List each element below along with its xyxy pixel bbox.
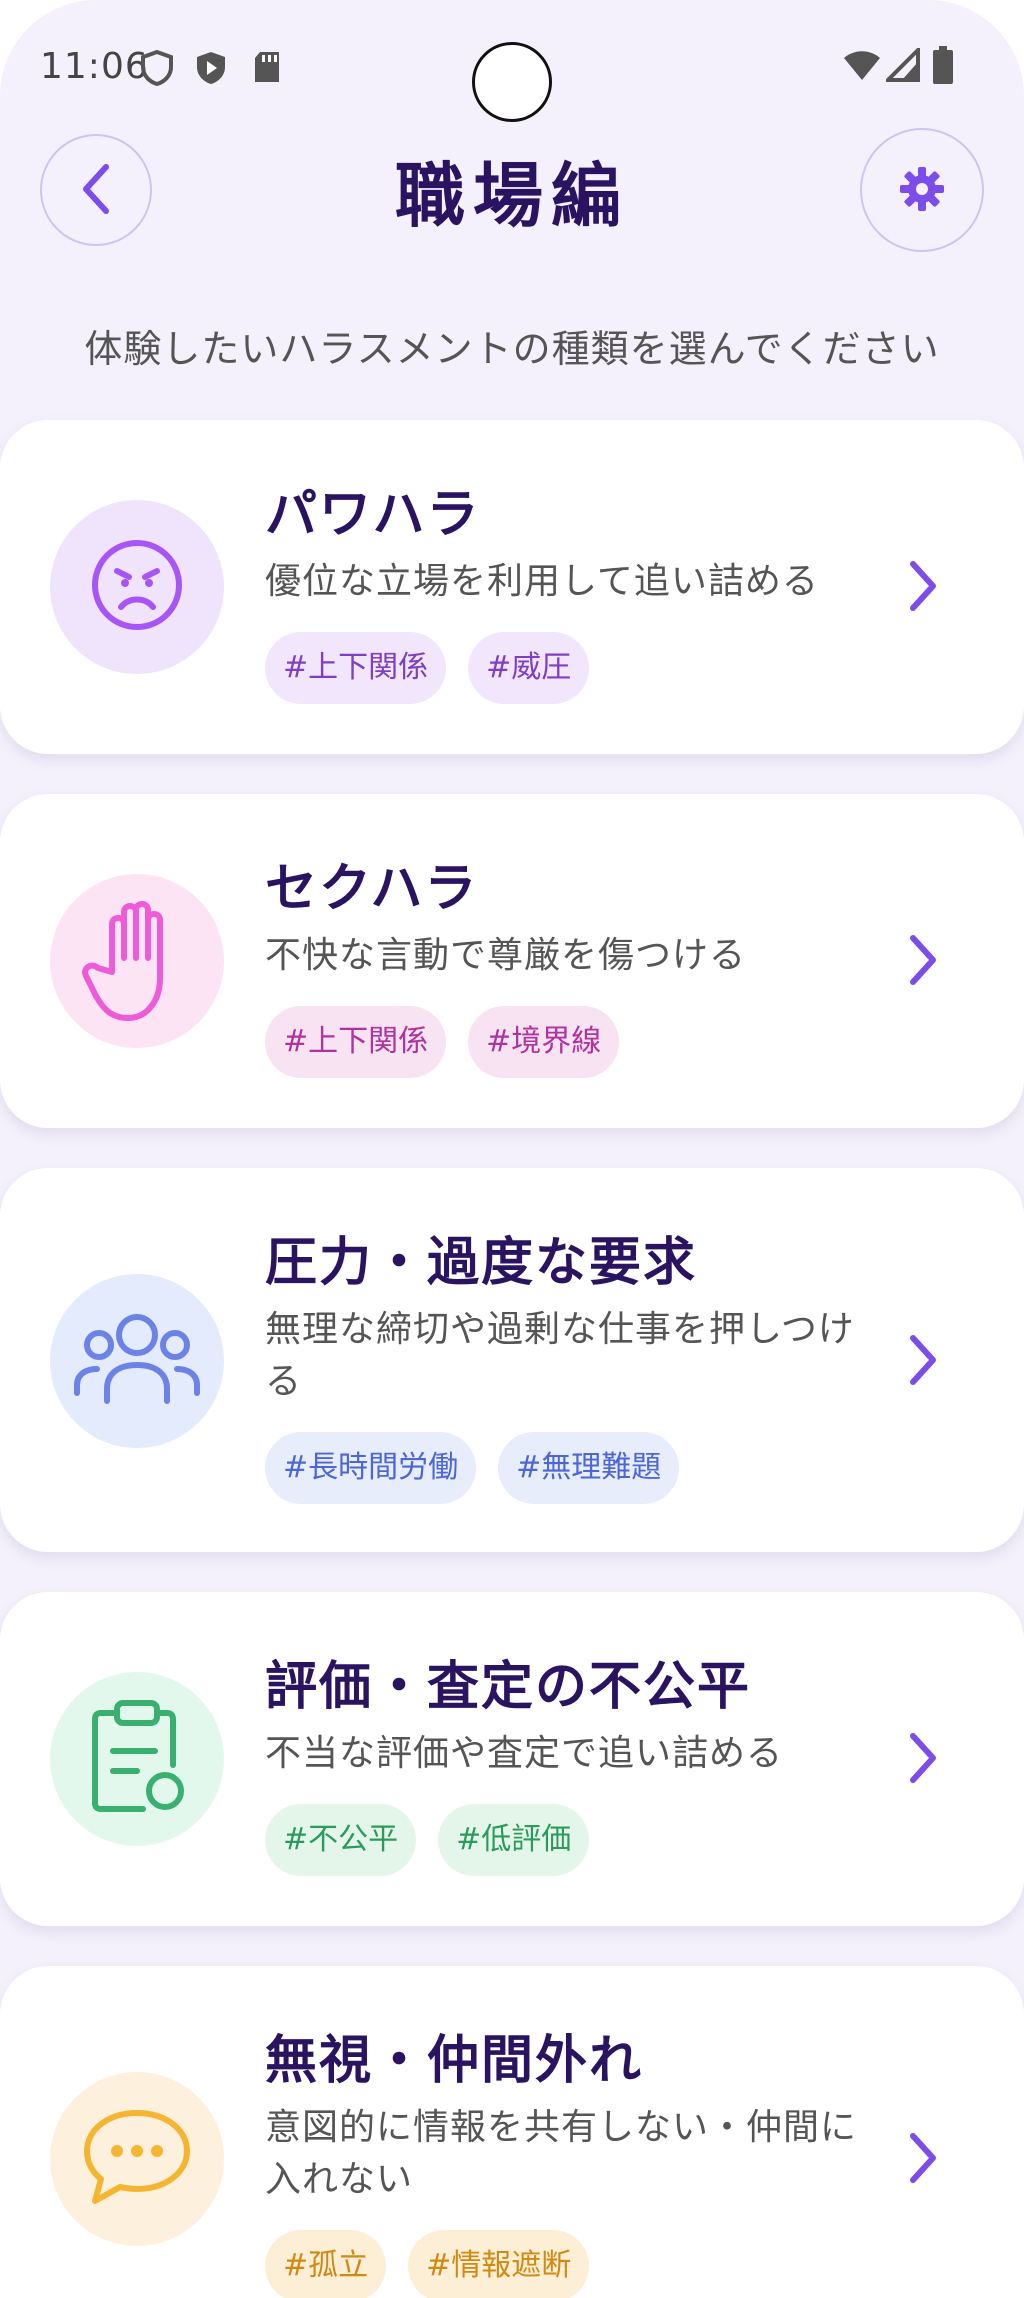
card-icon-circle [50, 2072, 224, 2246]
card-icon-circle [50, 500, 224, 674]
card-title: 圧力・過度な要求 [265, 1233, 698, 1293]
tag-list: #上下関係 #境界線 [265, 1006, 620, 1078]
chevron-right-icon [898, 2128, 948, 2188]
battery-icon [932, 46, 954, 88]
wifi-icon [842, 48, 882, 86]
category-card-sexual-harassment[interactable]: セクハラ 不快な言動で尊厳を傷つける #上下関係 #境界線 [0, 794, 1024, 1128]
card-icon-circle [50, 1672, 224, 1846]
front-camera [472, 42, 552, 122]
chevron-right-icon [898, 556, 948, 616]
card-icon-circle [50, 874, 224, 1048]
status-time: 11:06 [40, 46, 149, 87]
shield-icon [140, 49, 174, 90]
app-screen: 11:06 職場編 体験したいハラスメントの種類を選んでください パワハラ 優位… [0, 0, 1024, 2298]
status-bar: 11:06 [0, 0, 1024, 130]
tag: #威圧 [468, 632, 590, 704]
category-card-unfair-evaluation[interactable]: 評価・査定の不公平 不当な評価や査定で追い詰める #不公平 #低評価 [0, 1592, 1024, 1926]
category-card-excessive-demands[interactable]: 圧力・過度な要求 無理な締切や過剰な仕事を押しつける #長時間労働 #無理難題 [0, 1168, 1024, 1552]
tag: #境界線 [468, 1006, 620, 1078]
tag: #不公平 [265, 1804, 417, 1876]
tag: #孤立 [265, 2230, 387, 2298]
tag: #低評価 [438, 1804, 590, 1876]
card-title: 評価・査定の不公平 [265, 1657, 752, 1717]
play-protect-icon [194, 50, 228, 90]
category-card-exclusion[interactable]: 無視・仲間外れ 意図的に情報を共有しない・仲間に入れない #孤立 #情報遮断 [0, 1966, 1024, 2298]
card-icon-circle [50, 1274, 224, 1448]
tag: #情報遮断 [408, 2230, 590, 2298]
card-title: パワハラ [265, 485, 481, 545]
page-subtitle: 体験したいハラスメントの種類を選んでください [84, 327, 940, 371]
card-description: 不当な評価や査定で追い詰める [265, 1733, 784, 1774]
card-description: 意図的に情報を共有しない・仲間に入れない [265, 2107, 858, 2200]
settings-button[interactable] [860, 128, 984, 252]
card-title: 無視・仲間外れ [265, 2031, 644, 2091]
cellular-signal-icon [883, 45, 920, 86]
card-description: 無理な締切や過剰な仕事を押しつける [265, 1309, 855, 1402]
tag: #長時間労働 [265, 1432, 477, 1504]
sd-card-icon [252, 50, 282, 88]
card-description: 不快な言動で尊厳を傷つける [265, 935, 747, 976]
chevron-right-icon [898, 1330, 948, 1390]
tag-list: #孤立 #情報遮断 [265, 2230, 590, 2298]
chevron-right-icon [898, 930, 948, 990]
tag: #上下関係 [265, 1006, 447, 1078]
tag-list: #上下関係 #威圧 [265, 632, 590, 704]
tag-list: #長時間労働 #無理難題 [265, 1432, 680, 1504]
angry-face-icon [89, 537, 185, 637]
gear-icon [898, 165, 946, 216]
clipboard-icon [87, 1699, 187, 1819]
category-card-power-harassment[interactable]: パワハラ 優位な立場を利用して追い詰める #上下関係 #威圧 [0, 420, 1024, 754]
raised-hand-icon [82, 894, 192, 1028]
chevron-right-icon [898, 1728, 948, 1788]
tag-list: #不公平 #低評価 [265, 1804, 590, 1876]
chat-bubble-icon [81, 2107, 193, 2211]
card-description: 優位な立場を利用して追い詰める [265, 561, 819, 602]
card-title: セクハラ [265, 859, 479, 919]
tag: #無理難題 [498, 1432, 680, 1504]
users-group-icon [73, 1309, 201, 1413]
tag: #上下関係 [265, 632, 447, 704]
